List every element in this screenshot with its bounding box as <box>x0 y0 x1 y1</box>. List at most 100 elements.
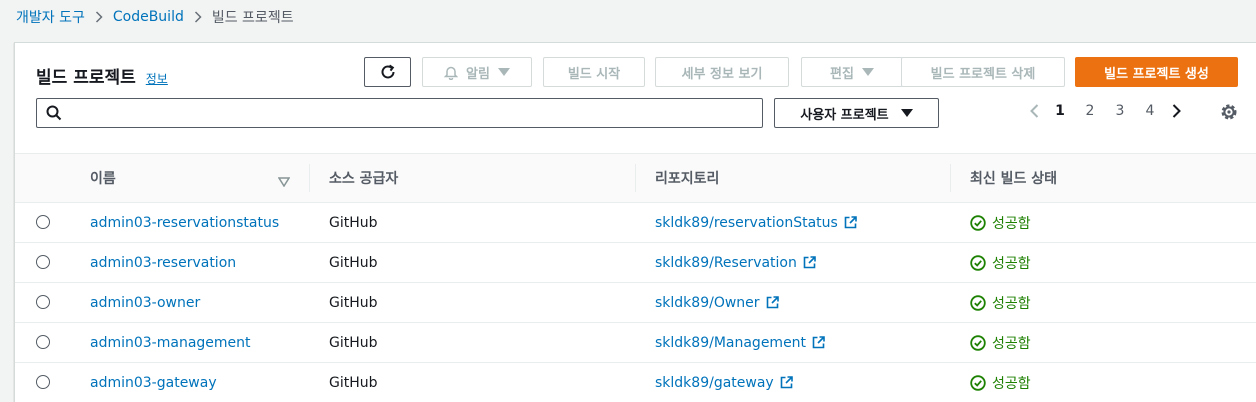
build-projects-panel: 빌드 프로젝트 정보 알림 빌드 시작 세부 정보 보기 편집 빌드 프로젝트 … <box>14 42 1256 402</box>
create-project-button[interactable]: 빌드 프로젝트 생성 <box>1075 57 1238 87</box>
build-status: 성공함 <box>970 243 1031 282</box>
table-row[interactable]: admin03-reservationstatus GitHub skldk89… <box>15 203 1256 243</box>
project-type-select[interactable]: 사용자 프로젝트 <box>774 98 939 128</box>
breadcrumb: 개발자 도구 CodeBuild 빌드 프로젝트 <box>16 7 294 27</box>
build-status-text: 성공함 <box>992 295 1031 312</box>
refresh-button[interactable] <box>364 57 411 87</box>
delete-project-button[interactable]: 빌드 프로젝트 삭제 <box>901 57 1065 87</box>
row-select-radio[interactable] <box>36 335 50 349</box>
row-select-radio[interactable] <box>36 255 50 269</box>
row-select-radio[interactable] <box>36 295 50 309</box>
success-check-icon <box>970 374 986 391</box>
build-status: 성공함 <box>970 323 1031 362</box>
page-title-text: 빌드 프로젝트 <box>36 68 136 88</box>
column-divider <box>950 164 951 192</box>
project-name-link[interactable]: admin03-reservationstatus <box>90 203 279 242</box>
repository-link[interactable]: skldk89/reservationStatus <box>655 203 857 242</box>
external-link-icon <box>766 296 779 309</box>
column-header-status[interactable]: 최신 빌드 상태 <box>970 154 1220 202</box>
caret-down-icon <box>900 109 913 117</box>
repository-link[interactable]: skldk89/Owner <box>655 283 779 322</box>
edit-button[interactable]: 편집 <box>801 57 903 87</box>
project-type-value: 사용자 프로젝트 <box>800 107 889 123</box>
project-name-link[interactable]: admin03-management <box>90 323 251 362</box>
project-name-link[interactable]: admin03-owner <box>90 283 200 322</box>
column-divider <box>635 164 636 192</box>
page-title: 빌드 프로젝트 정보 <box>36 63 168 88</box>
column-divider <box>309 164 310 192</box>
table-row[interactable]: admin03-management GitHub skldk89/Manage… <box>15 323 1256 363</box>
external-link-icon <box>803 256 816 269</box>
table-header: 이름 소스 공급자 리포지토리 최신 빌드 상태 <box>15 153 1256 203</box>
source-provider: GitHub <box>329 374 378 391</box>
sort-descending-icon[interactable] <box>277 172 291 191</box>
info-link[interactable]: 정보 <box>146 70 168 87</box>
build-status-text: 성공함 <box>992 255 1031 272</box>
column-name-label: 이름 <box>90 171 116 187</box>
repository-link-text: skldk89/reservationStatus <box>655 214 838 231</box>
page-3[interactable]: 3 <box>1105 103 1135 119</box>
build-status-text: 성공함 <box>992 335 1031 352</box>
success-check-icon <box>970 334 986 351</box>
column-provider-label: 소스 공급자 <box>329 171 399 187</box>
notify-button[interactable]: 알림 <box>422 57 532 87</box>
search-box[interactable] <box>36 98 763 128</box>
external-link-icon <box>844 216 857 229</box>
caret-down-icon <box>861 68 874 76</box>
row-select-radio[interactable] <box>36 215 50 229</box>
row-select-radio[interactable] <box>36 375 50 389</box>
column-header-name[interactable]: 이름 <box>90 154 290 202</box>
source-provider: GitHub <box>329 334 378 351</box>
table-row[interactable]: admin03-owner GitHub skldk89/Owner 성공함 <box>15 283 1256 323</box>
external-link-icon <box>780 376 793 389</box>
column-status-label: 최신 빌드 상태 <box>970 171 1058 187</box>
page-2[interactable]: 2 <box>1075 103 1105 119</box>
source-provider: GitHub <box>329 294 378 311</box>
notify-label: 알림 <box>466 66 490 82</box>
refresh-icon <box>381 64 394 79</box>
build-status-text: 성공함 <box>992 215 1031 232</box>
success-check-icon <box>970 214 986 231</box>
table-row[interactable]: admin03-gateway GitHub skldk89/gateway 성… <box>15 363 1256 402</box>
source-provider: GitHub <box>329 254 378 271</box>
external-link-icon <box>812 336 825 349</box>
breadcrumb-developer-tools[interactable]: 개발자 도구 <box>16 7 85 27</box>
caret-down-icon <box>497 68 510 76</box>
settings-gear-icon[interactable] <box>1220 103 1238 125</box>
repository-link-text: skldk89/Reservation <box>655 254 797 271</box>
breadcrumb-current: 빌드 프로젝트 <box>211 10 294 26</box>
repository-link-text: skldk89/Management <box>655 334 807 351</box>
project-name-link[interactable]: admin03-gateway <box>90 363 217 402</box>
repository-link-text: skldk89/Owner <box>655 294 760 311</box>
search-input[interactable] <box>71 103 751 123</box>
build-status: 성공함 <box>970 283 1031 322</box>
success-check-icon <box>970 254 986 271</box>
pagination: 1 2 3 4 <box>1023 103 1187 119</box>
success-check-icon <box>970 294 986 311</box>
page-4[interactable]: 4 <box>1135 103 1165 119</box>
column-header-repository[interactable]: 리포지토리 <box>655 154 945 202</box>
repository-link-text: skldk89/gateway <box>655 374 774 391</box>
repository-link[interactable]: skldk89/Management <box>655 323 825 362</box>
next-page-icon[interactable] <box>1165 104 1187 118</box>
repository-link[interactable]: skldk89/gateway <box>655 363 793 402</box>
start-build-button[interactable]: 빌드 시작 <box>543 57 645 87</box>
column-header-provider[interactable]: 소스 공급자 <box>329 154 629 202</box>
bell-icon <box>444 66 459 80</box>
view-details-button[interactable]: 세부 정보 보기 <box>655 57 789 87</box>
column-repository-label: 리포지토리 <box>655 171 720 187</box>
chevron-right-icon <box>194 11 202 23</box>
breadcrumb-codebuild[interactable]: CodeBuild <box>113 9 184 25</box>
previous-page-icon[interactable] <box>1023 104 1045 118</box>
build-status: 성공함 <box>970 363 1031 402</box>
source-provider: GitHub <box>329 214 378 231</box>
repository-link[interactable]: skldk89/Reservation <box>655 243 816 282</box>
edit-label: 편집 <box>830 66 854 82</box>
build-status: 성공함 <box>970 203 1031 242</box>
project-name-link[interactable]: admin03-reservation <box>90 243 236 282</box>
table-row[interactable]: admin03-reservation GitHub skldk89/Reser… <box>15 243 1256 283</box>
chevron-right-icon <box>95 11 103 23</box>
search-icon <box>46 105 62 125</box>
page-1[interactable]: 1 <box>1045 103 1075 119</box>
build-status-text: 성공함 <box>992 375 1031 392</box>
